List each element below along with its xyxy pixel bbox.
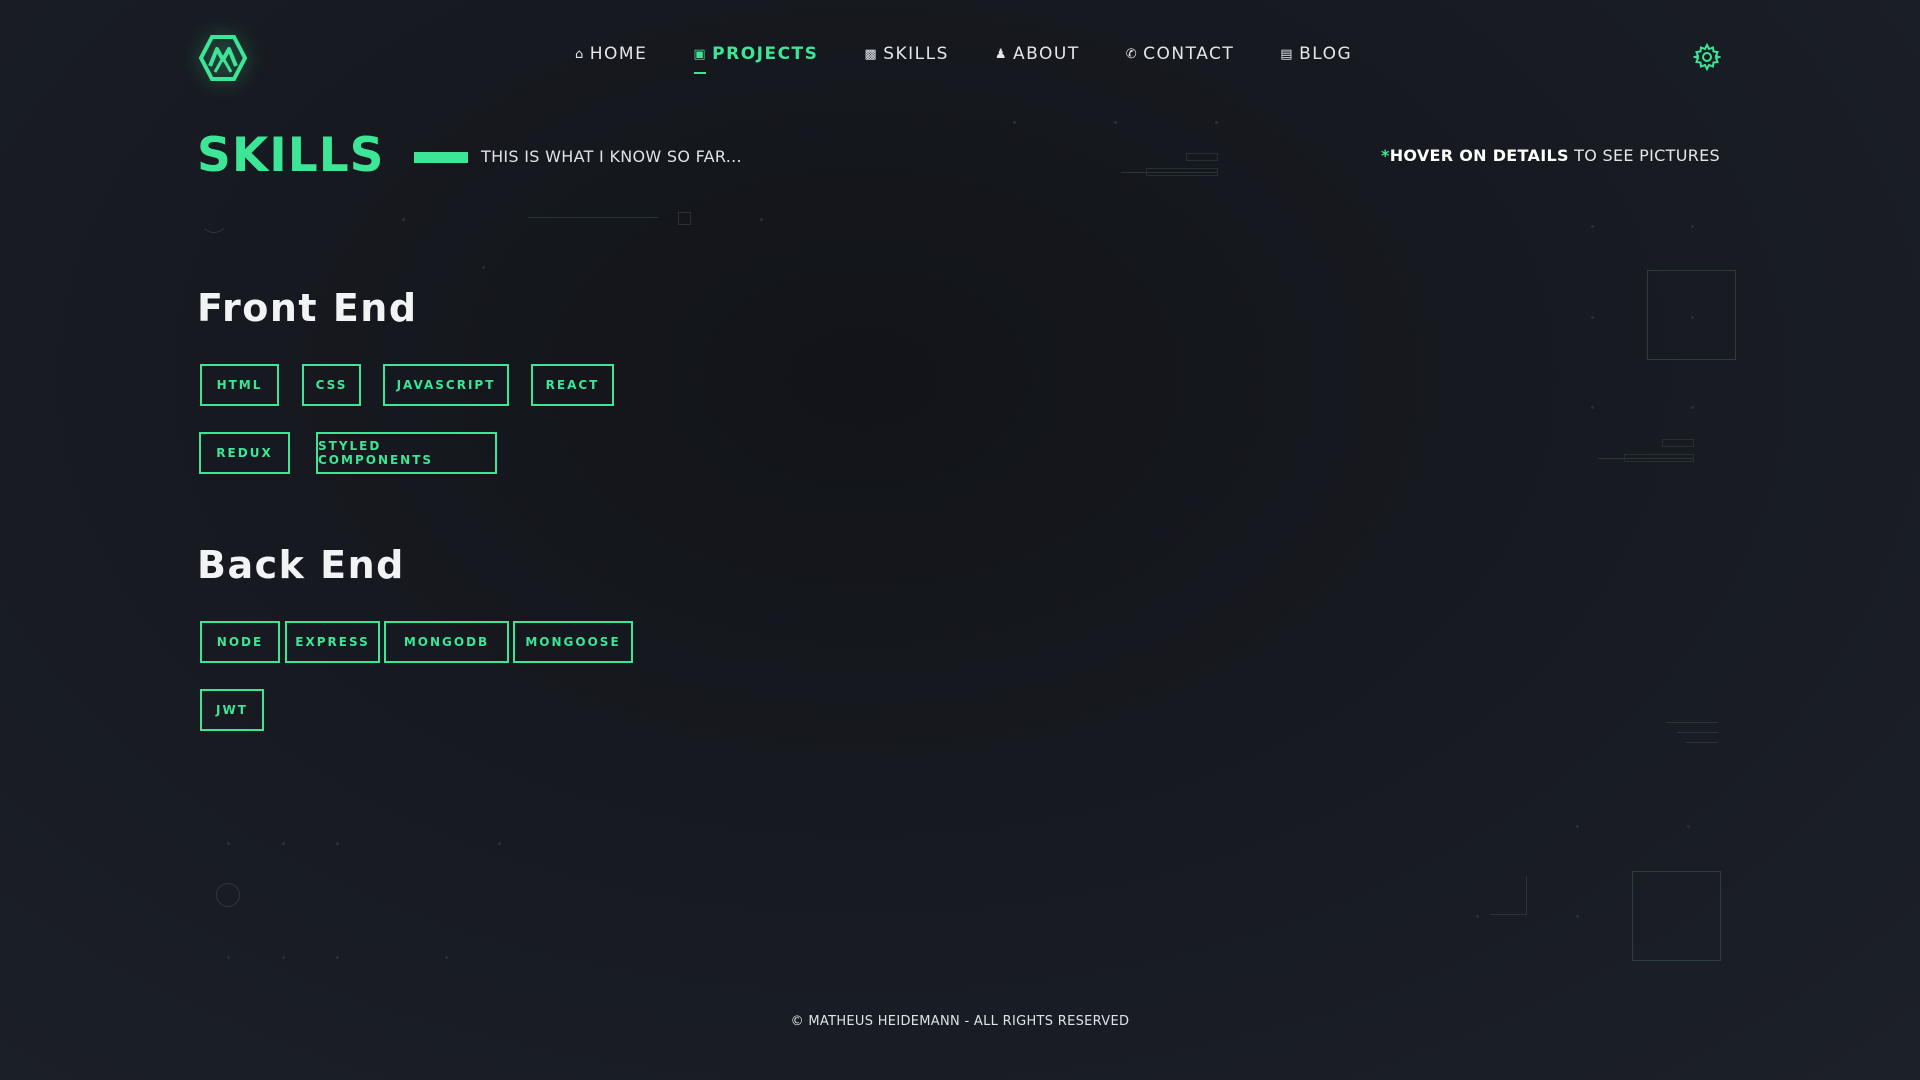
hint-star: *	[1381, 146, 1390, 165]
main-nav: ⌂ HOME ▣ PROJECTS ▩ SKILLS ♟ ABOUT ✆ CON…	[575, 44, 1398, 74]
skill-tag[interactable]: EXPRESS	[285, 621, 380, 663]
user-icon: ♟	[994, 46, 1009, 62]
skill-tag[interactable]: MONGOOSE	[513, 621, 633, 663]
skill-tag[interactable]: REACT	[531, 364, 614, 406]
nav-item-label: SKILLS	[883, 44, 949, 64]
hint-rest: TO SEE PICTURES	[1568, 146, 1720, 165]
section-title-backend: Back End	[197, 543, 405, 587]
skill-tag[interactable]: STYLED COMPONENTS	[316, 432, 497, 474]
nav-item-label: PROJECTS	[712, 44, 819, 64]
nav-item-skills[interactable]: ▩ SKILLS	[864, 44, 948, 64]
nav-item-label: BLOG	[1299, 44, 1353, 64]
nav-item-projects[interactable]: ▣ PROJECTS	[693, 44, 819, 74]
nav-item-about[interactable]: ♟ ABOUT	[995, 44, 1080, 64]
nav-item-label: ABOUT	[1013, 44, 1080, 64]
gear-icon[interactable]	[1691, 42, 1723, 72]
page-title: SKILLS	[197, 128, 385, 183]
page-subtitle: THIS IS WHAT I KNOW SO FAR...	[481, 147, 742, 166]
laptop-icon: ▤	[1280, 46, 1295, 62]
folder-icon: ▣	[693, 46, 708, 62]
hover-hint: *HOVER ON DETAILS TO SEE PICTURES	[1381, 146, 1720, 165]
home-icon: ⌂	[575, 46, 585, 62]
nav-item-label: CONTACT	[1143, 44, 1235, 64]
chart-icon: ▩	[864, 46, 879, 62]
nav-item-contact[interactable]: ✆ CONTACT	[1126, 44, 1235, 64]
skill-tag[interactable]: CSS	[302, 364, 361, 406]
hexagon-m-logo-icon[interactable]	[198, 34, 248, 82]
section-title-frontend: Front End	[197, 286, 418, 330]
skill-tag[interactable]: JWT	[200, 689, 264, 731]
skill-tag[interactable]: REDUX	[199, 432, 290, 474]
skill-tag[interactable]: JAVASCRIPT	[383, 364, 509, 406]
nav-item-blog[interactable]: ▤ BLOG	[1280, 44, 1352, 64]
phone-icon: ✆	[1125, 46, 1139, 62]
nav-item-label: HOME	[589, 44, 648, 64]
skill-tag[interactable]: HTML	[200, 364, 279, 406]
skills-page: ⌂ HOME ▣ PROJECTS ▩ SKILLS ♟ ABOUT ✆ CON…	[0, 0, 1920, 1080]
title-accent-bar	[414, 152, 468, 163]
footer-copyright: © MATHEUS HEIDEMANN - ALL RIGHTS RESERVE…	[790, 1014, 1130, 1029]
nav-item-home[interactable]: ⌂ HOME	[575, 44, 647, 64]
hint-strong: HOVER ON DETAILS	[1389, 146, 1569, 165]
skill-tag[interactable]: NODE	[200, 621, 280, 663]
skill-tag[interactable]: MONGODB	[384, 621, 509, 663]
